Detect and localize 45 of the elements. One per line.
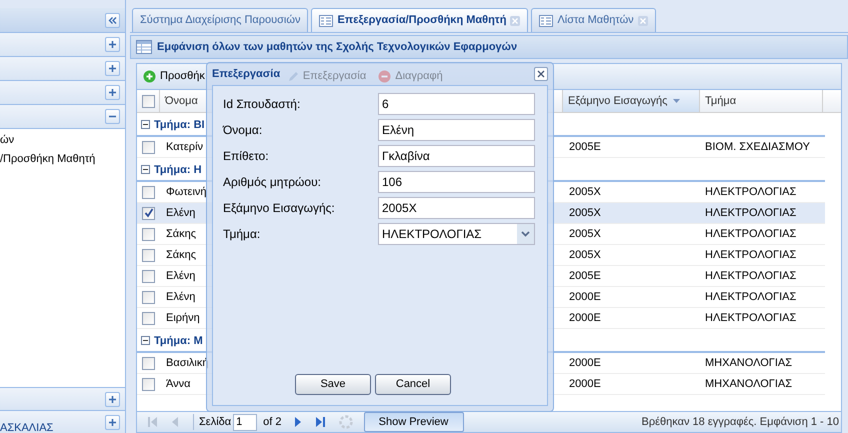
field-label: Όνομα:	[223, 122, 264, 139]
table-cell: Ελένη	[166, 206, 196, 219]
table-cell: 2005Χ	[569, 248, 601, 261]
page-label: Σελίδα	[193, 414, 232, 430]
field-label: Εξάμηνο Εισαγωγής:	[223, 200, 336, 217]
table-cell: 2005Ε	[569, 270, 601, 282]
field-label: Αριθμός μητρώου:	[223, 174, 322, 191]
table-cell: ΜΗΧΑΝΟΛΟΓΙΑΣ	[705, 356, 792, 369]
paging-status: Βρέθηκαν 18 εγγραφές. Εμφάνιση 1 - 10	[642, 414, 840, 430]
tab-label: Σύστημα Διαχείρισης Παρουσιών	[140, 13, 300, 28]
tab-label: Λίστα Μαθητών	[557, 13, 634, 28]
table-cell: ΗΛΕΚΤΡΟΛΟΓΙΑΣ	[705, 206, 796, 219]
table-cell: ΗΛΕΚΤΡΟΛΟΓΙΑΣ	[705, 186, 796, 198]
page-count: of 2	[263, 414, 282, 430]
table-cell: ΒΙΟΜ. ΣΧΕΔΙΑΣΜΟΥ	[705, 140, 810, 153]
table-cell: 2005Χ	[569, 228, 601, 240]
table-cell: Βασιλική	[166, 356, 208, 369]
table-cell: Κατερίν	[166, 140, 204, 153]
table-cell: 2005Χ	[569, 206, 601, 219]
table-cell: ΗΛΕΚΤΡΟΛΟΓΙΑΣ	[705, 228, 796, 240]
panel-title: Εμφάνιση όλων των μαθητών της Σχολής Τεχνολογικών Εφαρμογών	[157, 40, 518, 55]
table-cell: Άννα	[166, 378, 191, 390]
table-cell: 2005Χ	[569, 186, 601, 198]
table-cell: ΜΗΧΑΝΟΛΟΓΙΑΣ	[705, 378, 792, 390]
field-label: Τμήμα:	[223, 226, 262, 243]
table-cell: Ελένη	[166, 270, 196, 282]
field-label: Επίθετο:	[223, 148, 270, 165]
table-cell: 2000Ε	[569, 356, 601, 369]
table-cell: ΗΛΕΚΤΡΟΛΟΓΙΑΣ	[705, 290, 796, 303]
table-cell: ΗΛΕΚΤΡΟΛΟΓΙΑΣ	[705, 270, 796, 282]
table-cell: Ειρήνη	[166, 312, 200, 324]
table-cell: Ελένη	[166, 290, 196, 303]
table-cell: Φωτεινή	[166, 186, 207, 198]
table-cell: Σάκης	[166, 228, 196, 240]
table-cell: 2000Ε	[569, 378, 601, 390]
table-cell: 2000Ε	[569, 312, 601, 324]
table-cell: 2005Ε	[569, 140, 601, 153]
accordion-title: ΑΣΚΑΛΙΑΣ	[0, 420, 54, 433]
tab-label: Επεξεργασία/Προσθήκη Μαθητή	[337, 13, 506, 28]
table-cell: Σάκης	[166, 248, 196, 261]
field-label: Id Σπουδαστή:	[223, 96, 302, 113]
table-cell: ΗΛΕΚΤΡΟΛΟΓΙΑΣ	[705, 312, 796, 324]
table-cell: 2000Ε	[569, 290, 601, 303]
dialog-title: Επεξεργασία	[212, 66, 280, 82]
table-cell: ΗΛΕΚΤΡΟΛΟΓΙΑΣ	[705, 248, 796, 261]
